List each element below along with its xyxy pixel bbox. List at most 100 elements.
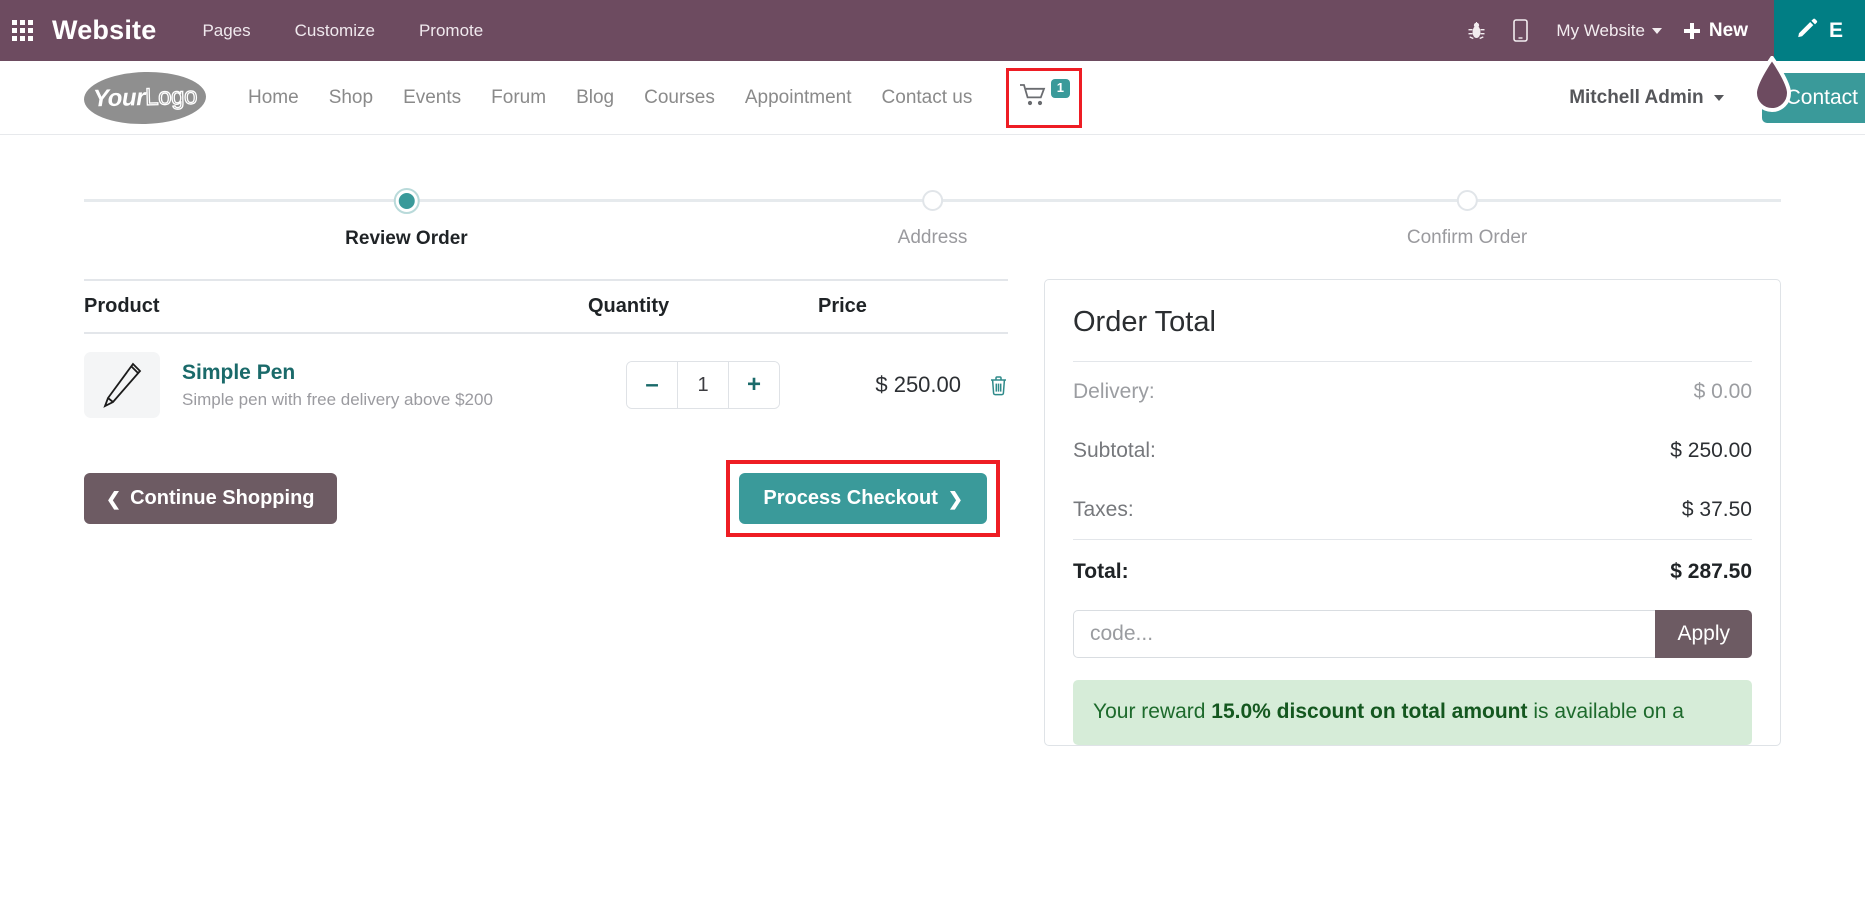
edit-button-label: E bbox=[1828, 18, 1843, 42]
odoo-backend-navbar: Website Pages Customize Promote My Websi… bbox=[0, 0, 1865, 61]
taxes-value: $ 37.50 bbox=[1681, 498, 1752, 521]
backend-menu: Pages Customize Promote bbox=[202, 21, 483, 41]
column-header-price: Price bbox=[818, 279, 1008, 334]
website-selector[interactable]: My Website bbox=[1556, 21, 1662, 41]
order-total-row-subtotal: Subtotal: $ 250.00 bbox=[1073, 421, 1752, 480]
subtotal-label: Subtotal: bbox=[1073, 439, 1156, 462]
checkout-stepper: Review Order Address Confirm Order bbox=[84, 179, 1781, 257]
quantity-input[interactable]: 1 bbox=[677, 362, 729, 408]
nav-item-home[interactable]: Home bbox=[248, 87, 299, 109]
continue-shopping-button[interactable]: ❮ Continue Shopping bbox=[84, 473, 337, 524]
step-review-order[interactable]: Review Order bbox=[345, 179, 468, 250]
step-dot bbox=[921, 190, 943, 211]
chevron-down-icon bbox=[1651, 27, 1662, 34]
plus-icon bbox=[1683, 22, 1700, 39]
chevron-left-icon: ❮ bbox=[106, 488, 122, 509]
chevron-right-icon: ❯ bbox=[947, 488, 963, 509]
site-navigation: Home Shop Events Forum Blog Courses Appo… bbox=[248, 87, 972, 109]
website-selector-label: My Website bbox=[1556, 20, 1645, 40]
nav-item-appointment[interactable]: Appointment bbox=[745, 87, 852, 109]
step-address[interactable]: Address bbox=[897, 179, 968, 249]
order-total-row-total: Total: $ 287.50 bbox=[1073, 539, 1752, 606]
menu-item-customize[interactable]: Customize bbox=[295, 21, 375, 41]
total-label: Total: bbox=[1073, 560, 1129, 583]
table-row: Simple Pen Simple pen with free delivery… bbox=[84, 333, 1008, 436]
step-label-confirm-order: Confirm Order bbox=[1406, 227, 1528, 248]
user-menu-label: Mitchell Admin bbox=[1569, 86, 1704, 108]
taxes-label: Taxes: bbox=[1073, 498, 1134, 521]
apps-grid-icon[interactable] bbox=[12, 19, 34, 42]
process-checkout-highlight: Process Checkout ❯ bbox=[726, 460, 1000, 537]
shopping-cart-icon bbox=[1019, 83, 1049, 112]
header-right-group: Mitchell Admin Contact U bbox=[1569, 72, 1865, 123]
new-button[interactable]: New bbox=[1683, 19, 1748, 42]
reward-suffix: is available on a bbox=[1527, 700, 1684, 723]
order-total-rows: Delivery: $ 0.00 Subtotal: $ 250.00 Taxe… bbox=[1073, 361, 1752, 606]
cart-table-header-row: Product Quantity Price bbox=[84, 279, 1008, 334]
product-cell: Simple Pen Simple pen with free delivery… bbox=[84, 333, 588, 436]
cart-table: Product Quantity Price Simple Pen Simple… bbox=[84, 279, 1008, 436]
reward-prefix: Your reward bbox=[1093, 700, 1212, 723]
chevron-down-icon bbox=[1713, 94, 1724, 101]
pen-product-image[interactable] bbox=[84, 352, 160, 418]
nav-item-contact-us[interactable]: Contact us bbox=[882, 87, 973, 109]
process-checkout-label: Process Checkout bbox=[763, 487, 938, 509]
product-name-link[interactable]: Simple Pen bbox=[182, 361, 493, 385]
menu-item-promote[interactable]: Promote bbox=[419, 21, 483, 41]
menu-item-pages[interactable]: Pages bbox=[202, 21, 250, 41]
process-checkout-button[interactable]: Process Checkout ❯ bbox=[739, 473, 987, 524]
quantity-increase-button[interactable]: + bbox=[729, 362, 779, 408]
app-title: Website bbox=[52, 15, 157, 45]
edit-button[interactable]: E bbox=[1773, 0, 1865, 61]
promo-code-input[interactable] bbox=[1073, 610, 1656, 658]
nav-item-courses[interactable]: Courses bbox=[644, 87, 715, 109]
quantity-decrease-button[interactable]: – bbox=[627, 362, 677, 408]
reward-highlight: 15.0% discount on total amount bbox=[1211, 700, 1528, 723]
step-dot bbox=[1456, 190, 1478, 211]
step-label-address: Address bbox=[897, 227, 968, 248]
order-total-row-delivery: Delivery: $ 0.00 bbox=[1073, 362, 1752, 421]
trash-icon[interactable] bbox=[989, 375, 1008, 396]
delivery-label: Delivery: bbox=[1073, 380, 1155, 403]
quantity-stepper: – 1 + bbox=[626, 361, 780, 409]
site-logo[interactable]: YourLogo bbox=[83, 69, 207, 126]
nav-item-forum[interactable]: Forum bbox=[491, 87, 546, 109]
order-total-row-taxes: Taxes: $ 37.50 bbox=[1073, 480, 1752, 539]
nav-item-blog[interactable]: Blog bbox=[576, 87, 614, 109]
backend-navbar-right: My Website New E bbox=[1454, 0, 1865, 61]
total-value: $ 287.50 bbox=[1670, 560, 1752, 583]
continue-shopping-label: Continue Shopping bbox=[130, 487, 315, 509]
checkout-page: Review Order Address Confirm Order Produ… bbox=[0, 179, 1865, 747]
step-dot-active bbox=[393, 188, 420, 214]
order-total-column: Order Total Delivery: $ 0.00 Subtotal: $… bbox=[1044, 279, 1781, 747]
website-header: YourLogo Home Shop Events Forum Blog Cou… bbox=[0, 54, 1865, 135]
step-confirm-order[interactable]: Confirm Order bbox=[1407, 179, 1527, 249]
reward-notice: Your reward 15.0% discount on total amou… bbox=[1073, 680, 1752, 746]
order-total-title: Order Total bbox=[1073, 306, 1216, 338]
user-menu[interactable]: Mitchell Admin bbox=[1569, 86, 1724, 109]
cursor-pointer-marker bbox=[1747, 54, 1797, 118]
product-description: Simple pen with free delivery above $200 bbox=[182, 389, 493, 409]
cart-actions: ❮ Continue Shopping Process Checkout ❯ bbox=[84, 460, 1008, 537]
logo-text-secondary: Logo bbox=[144, 81, 198, 111]
new-button-label: New bbox=[1708, 19, 1748, 41]
subtotal-value: $ 250.00 bbox=[1670, 439, 1752, 462]
logo-text-primary: Your bbox=[92, 83, 146, 112]
product-price: $ 250.00 bbox=[875, 372, 961, 397]
step-label-review-order: Review Order bbox=[345, 228, 468, 249]
mobile-preview-icon[interactable] bbox=[1498, 0, 1542, 61]
cart-count-badge: 1 bbox=[1050, 79, 1070, 98]
price-cell: $ 250.00 bbox=[818, 333, 1008, 436]
cart-button[interactable]: 1 bbox=[1006, 67, 1083, 128]
nav-item-shop[interactable]: Shop bbox=[329, 87, 373, 109]
column-header-quantity: Quantity bbox=[588, 279, 818, 334]
nav-item-events[interactable]: Events bbox=[403, 87, 461, 109]
quantity-cell: – 1 + bbox=[588, 333, 818, 436]
cart-column: Product Quantity Price Simple Pen Simple… bbox=[84, 279, 1008, 537]
promo-code-form: Apply bbox=[1073, 610, 1752, 658]
apply-promo-button[interactable]: Apply bbox=[1655, 610, 1752, 658]
column-header-product: Product bbox=[84, 279, 588, 334]
bug-icon[interactable] bbox=[1454, 0, 1498, 61]
checkout-content: Product Quantity Price Simple Pen Simple… bbox=[84, 279, 1781, 747]
delivery-value: $ 0.00 bbox=[1693, 380, 1752, 403]
